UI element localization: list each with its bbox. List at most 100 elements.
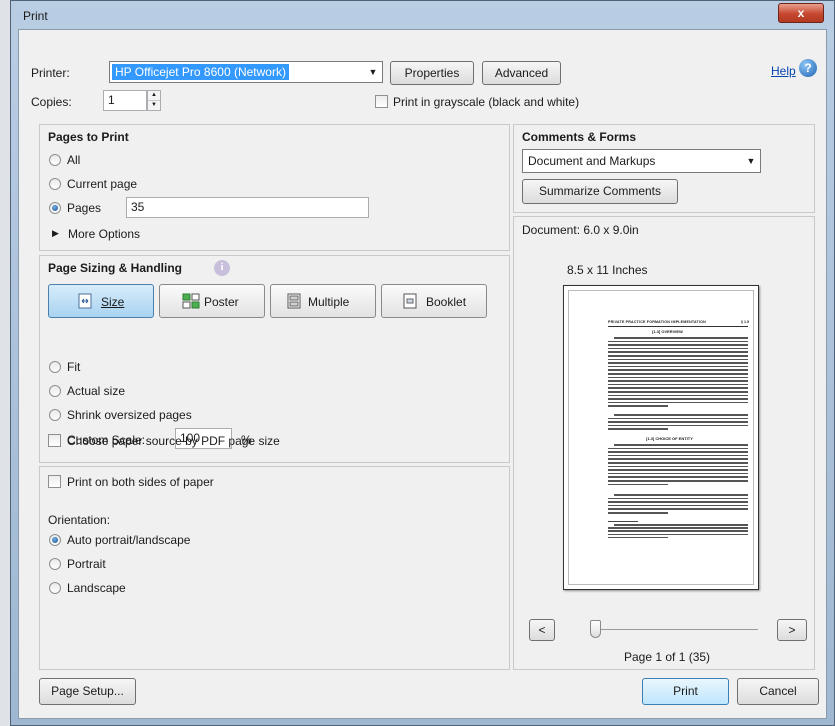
preview-text-line bbox=[608, 380, 748, 382]
pages-label: Pages bbox=[67, 201, 102, 215]
shrink-label: Shrink oversized pages bbox=[67, 408, 192, 422]
preview-text-line bbox=[614, 524, 748, 526]
preview-text-line bbox=[608, 417, 748, 420]
radio-auto-orientation[interactable] bbox=[49, 534, 61, 546]
radio-portrait[interactable] bbox=[49, 558, 61, 570]
booklet-button-label: Booklet bbox=[426, 295, 467, 309]
chevron-down-icon: ▼ bbox=[368, 67, 378, 77]
radio-actual-size[interactable] bbox=[49, 385, 61, 397]
preview-text-line bbox=[608, 428, 668, 430]
booklet-toggle-button[interactable]: Booklet bbox=[381, 284, 487, 318]
preview-text-line bbox=[614, 444, 748, 446]
preview-text-block-2 bbox=[608, 414, 748, 434]
paper-source-checkbox[interactable] bbox=[48, 434, 61, 447]
page-slider-track[interactable] bbox=[590, 629, 758, 630]
multiple-toggle-button[interactable]: Multiple bbox=[270, 284, 376, 318]
size-icon bbox=[77, 293, 93, 309]
previous-page-button[interactable]: < bbox=[529, 619, 555, 641]
preview-text-line bbox=[608, 462, 748, 464]
help-icon[interactable]: ? bbox=[799, 59, 817, 77]
preview-text-line bbox=[608, 421, 748, 423]
copies-field[interactable]: 1 bbox=[103, 90, 147, 111]
comments-forms-title: Comments & Forms bbox=[522, 130, 637, 144]
preview-text-line bbox=[614, 414, 748, 416]
preview-text-line bbox=[608, 391, 748, 393]
preview-text-line bbox=[608, 530, 748, 532]
grayscale-label: Print in grayscale (black and white) bbox=[393, 95, 580, 109]
grayscale-checkbox[interactable] bbox=[375, 95, 388, 108]
preview-header-rule bbox=[608, 326, 748, 327]
dialog-title: Print bbox=[23, 9, 48, 23]
preview-text-line bbox=[608, 476, 748, 478]
actual-size-label: Actual size bbox=[67, 384, 126, 398]
preview-text-line bbox=[608, 527, 748, 529]
preview-doc-header-num: § 1.5 bbox=[741, 320, 749, 324]
radio-all[interactable] bbox=[49, 154, 61, 166]
page-setup-button[interactable]: Page Setup... bbox=[39, 678, 136, 705]
more-options-link[interactable]: More Options bbox=[68, 227, 140, 241]
orientation-panel: Print on both sides of paper Orientation… bbox=[39, 466, 510, 670]
advanced-button[interactable]: Advanced bbox=[482, 61, 561, 85]
properties-button[interactable]: Properties bbox=[390, 61, 474, 85]
info-icon[interactable]: i bbox=[214, 260, 230, 276]
preview-text-line bbox=[608, 465, 748, 468]
radio-pages[interactable] bbox=[49, 202, 61, 214]
expand-arrow-icon[interactable]: ▶ bbox=[52, 228, 59, 239]
preview-footnotes bbox=[608, 524, 748, 544]
preview-text-block-1 bbox=[608, 337, 748, 411]
current-page-label: Current page bbox=[67, 177, 138, 191]
close-button[interactable]: x bbox=[778, 3, 824, 23]
duplex-checkbox[interactable] bbox=[48, 475, 61, 488]
preview-text-line bbox=[608, 480, 748, 482]
summarize-comments-button[interactable]: Summarize Comments bbox=[522, 179, 678, 204]
all-label: All bbox=[67, 153, 81, 167]
preview-panel: Document: 6.0 x 9.0in 8.5 x 11 Inches PR… bbox=[513, 216, 815, 670]
preview-text-line bbox=[614, 494, 748, 496]
preview-text-line bbox=[608, 497, 748, 500]
title-bar: Print x bbox=[11, 1, 834, 29]
preview-text-line bbox=[608, 508, 748, 510]
landscape-label: Landscape bbox=[67, 581, 126, 595]
preview-text-line bbox=[608, 398, 748, 400]
printer-select[interactable]: HP Officejet Pro 8600 (Network) ▼ bbox=[109, 61, 383, 83]
preview-text-line bbox=[608, 362, 748, 364]
preview-text-line bbox=[608, 501, 748, 503]
page-slider-thumb[interactable] bbox=[590, 620, 601, 638]
page-sizing-panel: Page Sizing & Handling i Size Poster Mul… bbox=[39, 255, 510, 463]
printer-label: Printer: bbox=[31, 66, 70, 80]
preview-text-line bbox=[608, 472, 748, 475]
radio-shrink-oversized[interactable] bbox=[49, 409, 61, 421]
size-button-label: Size bbox=[101, 295, 125, 309]
preview-text-line bbox=[614, 337, 748, 339]
chevron-down-icon[interactable]: ▼ bbox=[148, 101, 160, 110]
preview-text-line bbox=[608, 365, 748, 368]
chevron-up-icon[interactable]: ▲ bbox=[148, 91, 160, 101]
comments-forms-selected-value: Document and Markups bbox=[528, 154, 656, 168]
preview-text-line bbox=[608, 483, 668, 486]
radio-fit[interactable] bbox=[49, 361, 61, 373]
preview-text-line bbox=[608, 387, 748, 389]
poster-toggle-button[interactable]: Poster bbox=[159, 284, 265, 318]
poster-icon bbox=[182, 293, 200, 309]
booklet-icon bbox=[402, 293, 418, 309]
radio-current-page[interactable] bbox=[49, 178, 61, 190]
poster-button-label: Poster bbox=[204, 295, 239, 309]
size-toggle-button[interactable]: Size bbox=[48, 284, 154, 318]
next-page-button[interactable]: > bbox=[777, 619, 807, 641]
help-link[interactable]: Help bbox=[771, 64, 796, 78]
cancel-button[interactable]: Cancel bbox=[737, 678, 819, 705]
preview-text-line bbox=[608, 405, 668, 407]
preview-text-line bbox=[608, 533, 748, 536]
preview-text-line bbox=[608, 394, 748, 397]
pages-field[interactable]: 35 bbox=[126, 197, 369, 218]
document-size-label: Document: 6.0 x 9.0in bbox=[522, 223, 639, 237]
preview-text-line bbox=[608, 454, 748, 457]
comments-forms-select[interactable]: Document and Markups ▼ bbox=[522, 149, 761, 173]
radio-landscape[interactable] bbox=[49, 582, 61, 594]
copies-stepper[interactable]: ▲ ▼ bbox=[147, 90, 161, 111]
preview-text-line bbox=[608, 355, 748, 357]
preview-text-line bbox=[608, 376, 748, 379]
multiple-button-label: Multiple bbox=[308, 295, 350, 309]
preview-text-line bbox=[608, 373, 748, 375]
print-button[interactable]: Print bbox=[642, 678, 729, 705]
